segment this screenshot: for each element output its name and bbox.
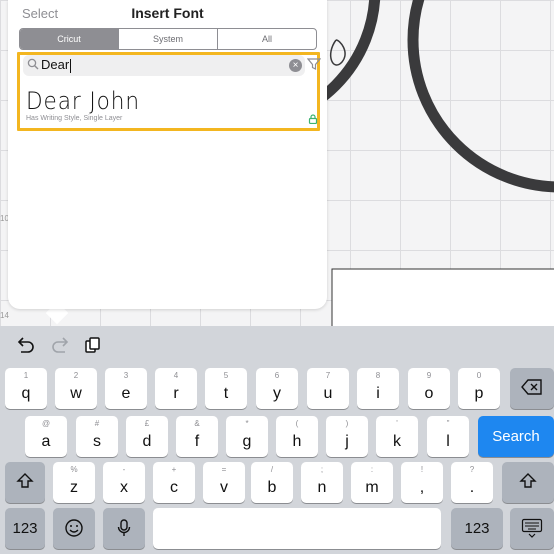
key-u[interactable]: 7u (307, 368, 349, 409)
tab-all[interactable]: All (217, 29, 316, 49)
space-bar[interactable] (153, 508, 441, 549)
key-c[interactable]: + c (153, 462, 195, 503)
script-shape[interactable] (329, 39, 346, 66)
undo-icon[interactable] (16, 336, 36, 354)
key-r[interactable]: 4r (155, 368, 197, 409)
key-z[interactable]: % z (53, 462, 95, 503)
key-f[interactable]: & f (176, 416, 218, 457)
keyboard-shortcut-bar (0, 326, 554, 366)
key-p[interactable]: 0p (458, 368, 500, 409)
lock-icon (308, 114, 318, 124)
key-j[interactable]: ) j (326, 416, 368, 457)
search-input[interactable]: Dear (41, 57, 72, 73)
shift-key-left[interactable] (5, 462, 45, 503)
font-source-tabs: Cricut System All (19, 28, 317, 50)
numbers-key-left[interactable]: 123 (5, 508, 45, 549)
emoji-key[interactable] (53, 508, 95, 549)
key-i[interactable]: 8i (357, 368, 399, 409)
key-h[interactable]: (h (276, 416, 318, 457)
key-x[interactable]: -x (103, 462, 145, 503)
key-g[interactable]: * g (226, 416, 268, 457)
tab-system[interactable]: System (118, 29, 217, 49)
font-search-field[interactable]: Dear × (23, 55, 305, 76)
filter-icon[interactable] (307, 57, 321, 71)
rectangle-shape[interactable] (331, 268, 554, 326)
font-result-item[interactable]: Dear John Has Writing Style, Single Laye… (26, 88, 306, 124)
key-q[interactable]: 1q (5, 368, 47, 409)
key-k[interactable]: ' k (376, 416, 418, 457)
tab-cricut[interactable]: Cricut (20, 29, 118, 49)
shift-icon (519, 473, 537, 488)
key-y[interactable]: 6y (256, 368, 298, 409)
clear-search-icon[interactable]: × (289, 59, 302, 72)
key-a[interactable]: @ a (25, 416, 67, 457)
paste-icon[interactable] (84, 336, 102, 354)
key-s[interactable]: # s (76, 416, 118, 457)
search-icon (27, 58, 39, 70)
text-caret (70, 58, 72, 73)
key-o[interactable]: 9o (408, 368, 450, 409)
emoji-icon (65, 519, 83, 537)
key-n[interactable]: ; n (301, 462, 343, 503)
font-name-preview: Dear John (26, 87, 140, 115)
backspace-key[interactable] (510, 368, 554, 409)
font-description: Has Writing Style, Single Layer (26, 115, 123, 122)
key-m[interactable]: :m (351, 462, 393, 503)
key-b[interactable]: / b (251, 462, 293, 503)
key-d[interactable]: £ d (126, 416, 168, 457)
key-t[interactable]: 5t (205, 368, 247, 409)
key-e[interactable]: 3e (105, 368, 147, 409)
microphone-icon (117, 519, 131, 536)
on-screen-keyboard: 1q 2w 3e 4r 5t 6y 7u 8i 9o 0p @ a # s £ d &… (0, 366, 554, 554)
keyboard-dismiss-icon (521, 518, 543, 538)
shift-icon (16, 473, 34, 488)
popover-title: Insert Font (131, 5, 204, 21)
redo-icon[interactable] (50, 336, 70, 354)
hide-keyboard-key[interactable] (510, 508, 554, 549)
shift-key-right[interactable] (502, 462, 554, 503)
insert-font-popover: Select Insert Font Cricut System All Dea… (8, 0, 327, 309)
numbers-key-right[interactable]: 123 (451, 508, 503, 549)
key-l[interactable]: " l (427, 416, 469, 457)
search-key[interactable]: Search (478, 416, 554, 457)
key-period[interactable]: ?. (451, 462, 493, 503)
key-w[interactable]: 2w (55, 368, 97, 409)
backspace-icon (521, 379, 542, 395)
search-input-text: Dear (41, 57, 70, 72)
dictation-key[interactable] (103, 508, 145, 549)
ruler-mark: 14 (0, 311, 9, 320)
key-v[interactable]: = v (203, 462, 245, 503)
ring-shape-right[interactable] (407, 0, 554, 193)
key-comma[interactable]: !, (401, 462, 443, 503)
